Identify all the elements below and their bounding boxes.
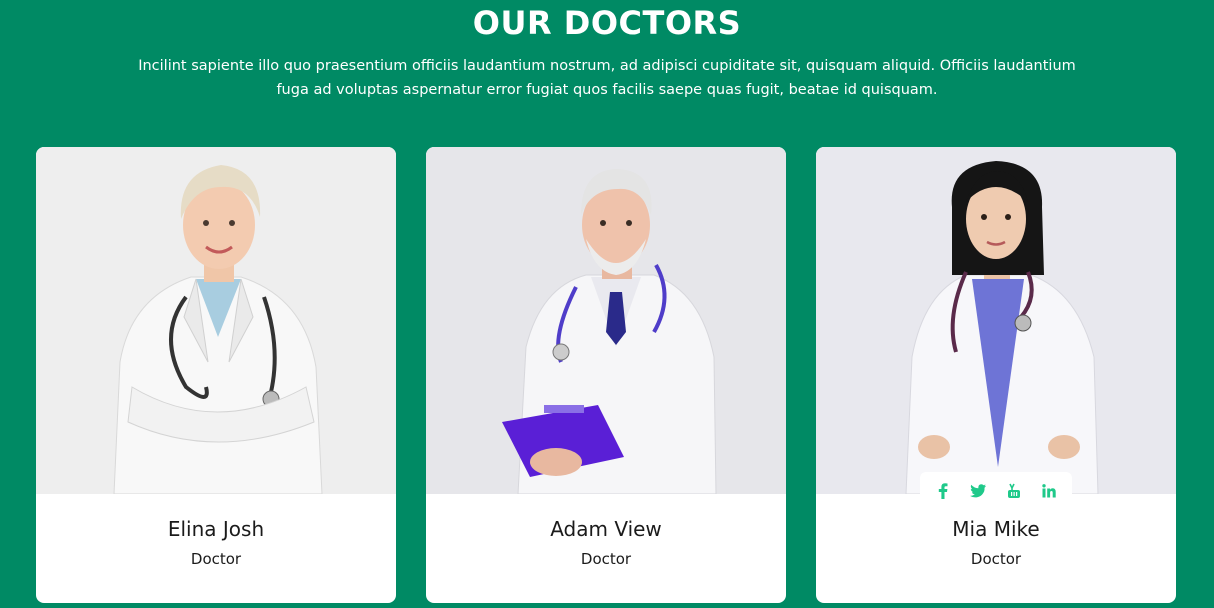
doctor-role: Doctor [190, 550, 242, 568]
doctor-name: Adam View [550, 517, 662, 541]
doctor-role: Doctor [580, 550, 632, 568]
facebook-icon[interactable] [931, 479, 955, 503]
doctor-card[interactable]: Adam View Doctor [426, 147, 786, 603]
doctor-card[interactable]: Elina Josh Doctor [36, 147, 396, 603]
section-intro: Incilint sapiente illo quo praesentium o… [138, 58, 1076, 98]
twitter-icon[interactable] [966, 479, 990, 503]
youtube-icon[interactable] [1002, 479, 1026, 503]
doctor-photo [36, 147, 396, 494]
doctor-photo [426, 147, 786, 494]
doctor-name: Elina Josh [167, 517, 265, 541]
doctor-photo [816, 147, 1176, 494]
doctors-section: OUR DOCTORS Incilint sapiente illo quo p… [0, 0, 1214, 608]
linkedin-icon[interactable] [1037, 479, 1061, 503]
social-links [920, 472, 1072, 510]
doctor-name: Mia Mike [952, 517, 1040, 541]
section-title: OUR DOCTORS [472, 4, 742, 42]
doctor-role: Doctor [970, 550, 1022, 568]
doctor-card[interactable]: Mia Mike Doctor [816, 147, 1176, 603]
